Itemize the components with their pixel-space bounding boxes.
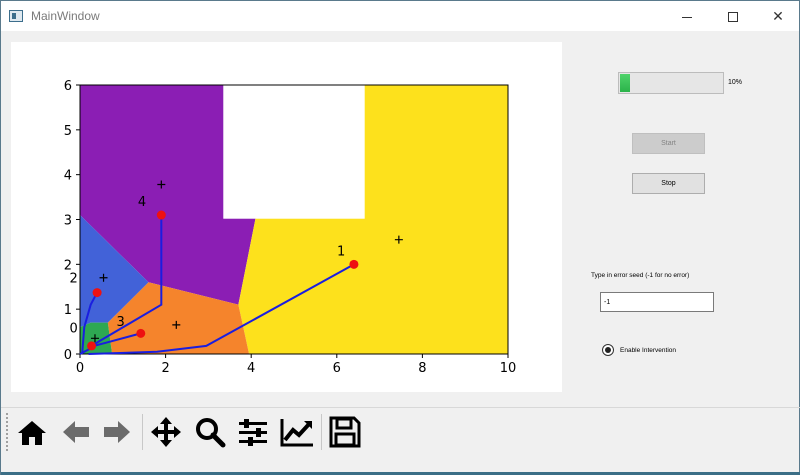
zoom-icon	[196, 418, 226, 448]
title-bar: MainWindow ✕	[1, 1, 799, 31]
chart-svg: 0 2 4 6 8 10012345601234	[64, 79, 517, 376]
forward-button[interactable]	[100, 413, 134, 451]
chart-line-icon	[280, 419, 313, 447]
app-icon	[9, 10, 23, 22]
agent-label: 1	[337, 244, 345, 259]
move-icon	[151, 417, 181, 447]
back-button[interactable]	[59, 413, 93, 451]
stop-button[interactable]: Stop	[632, 173, 705, 194]
zoom-button[interactable]	[193, 413, 227, 451]
start-button[interactable]: Start	[632, 133, 705, 154]
home-icon	[18, 421, 46, 445]
y-tick-label: 6	[64, 79, 72, 94]
x-tick-label: 8	[418, 361, 426, 376]
configure-button[interactable]	[236, 413, 270, 451]
plot-canvas[interactable]: 0 2 4 6 8 10 0 1 2 3 4 5 6 0 1 2 3 4	[11, 42, 562, 392]
main-window: MainWindow ✕ 0 2 4 6 8 10 0 1 2 3 4 5 6 0 1 2 3 4 10% Sta…	[0, 0, 800, 475]
x-tick-label: 4	[247, 361, 255, 376]
x-tick-label: 0	[76, 361, 84, 376]
agent-label: 2	[69, 271, 77, 286]
voronoi-region	[223, 85, 365, 219]
edit-axis-button[interactable]	[279, 413, 313, 451]
progress-bar	[618, 72, 724, 94]
close-button[interactable]: ✕	[755, 1, 800, 31]
x-tick-label: 10	[500, 361, 517, 376]
progress-text: 10%	[728, 79, 743, 86]
x-tick-label: 2	[161, 361, 169, 376]
maximize-button[interactable]	[710, 1, 756, 31]
maximize-icon	[728, 12, 738, 23]
toolbar-separator	[321, 414, 322, 450]
progress-fill	[620, 74, 631, 92]
error-seed-input[interactable]	[600, 292, 714, 312]
pan-button[interactable]	[149, 413, 183, 451]
y-tick-label: 0	[64, 348, 72, 363]
agent-point	[136, 328, 146, 338]
window-title: MainWindow	[31, 9, 100, 23]
y-tick-label: 3	[64, 214, 72, 229]
agent-label: 3	[117, 315, 125, 330]
y-tick-label: 4	[64, 169, 72, 184]
toolbar-divider	[1, 407, 800, 408]
agent-label: 0	[69, 321, 77, 336]
y-tick-label: 5	[64, 124, 72, 139]
agent-point	[349, 259, 359, 269]
home-button[interactable]	[15, 413, 49, 451]
minimize-icon	[682, 16, 692, 18]
agent-label: 4	[138, 195, 146, 210]
agent-point	[92, 288, 102, 298]
minimize-button[interactable]	[664, 1, 710, 31]
intervention-radio[interactable]	[602, 344, 614, 356]
x-tick-label: 6	[333, 361, 341, 376]
save-icon	[329, 416, 361, 448]
sliders-icon	[239, 419, 267, 446]
toolbar-separator	[142, 414, 143, 450]
forward-arrow-icon	[104, 421, 130, 443]
agent-point	[87, 341, 97, 351]
save-button[interactable]	[328, 413, 362, 451]
error-seed-label: Type in error seed (-1 for no error)	[591, 272, 690, 279]
agent-point	[156, 210, 166, 220]
intervention-label: Enable Intervention	[620, 347, 677, 354]
toolbar-grip[interactable]	[6, 413, 9, 451]
y-tick-label: 1	[64, 303, 72, 318]
back-arrow-icon	[63, 421, 89, 443]
